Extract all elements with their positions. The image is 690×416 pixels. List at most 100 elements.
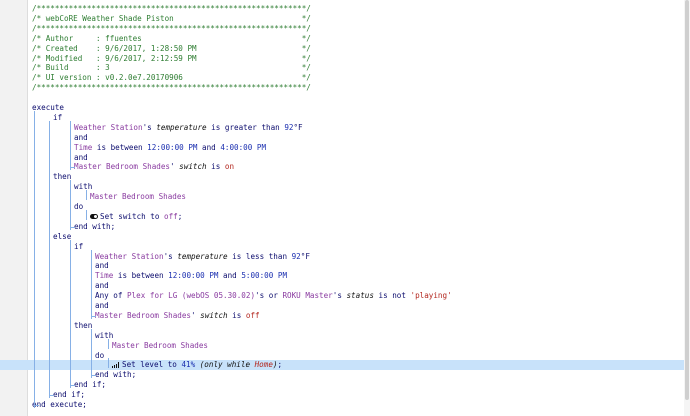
code-line[interactable]: if (0, 113, 690, 123)
block-guide-line (49, 120, 50, 398)
code-line[interactable]: end if; (0, 380, 690, 390)
code-token: end execute; (32, 400, 87, 409)
code-text: and (74, 133, 88, 143)
code-text: else (53, 232, 71, 242)
code-token: (only while (199, 360, 255, 370)
code-line[interactable]: /* UI version : v0.2.0e7.20170906 */ (0, 73, 690, 83)
code-line[interactable]: Any of Plex for LG (webOS 05.30.02)'s or… (0, 291, 690, 301)
code-line[interactable]: /* Build : 3 */ (0, 63, 690, 73)
code-line[interactable]: /***************************************… (0, 4, 690, 14)
code-line[interactable]: end with; (0, 370, 690, 380)
code-line[interactable]: Master Bedroom Shades' switch is on (0, 162, 690, 172)
block-guide-line (34, 110, 35, 408)
code-line[interactable]: Time is between 12:00:00 PM and 4:00:00 … (0, 143, 690, 153)
code-text: with (74, 182, 92, 192)
code-line[interactable]: end with; (0, 222, 690, 232)
code-line[interactable]: and (0, 261, 690, 271)
code-line[interactable] (0, 93, 690, 103)
code-line[interactable]: end if; (0, 390, 690, 400)
code-line[interactable]: with (0, 331, 690, 341)
code-token: 5:00:00 PM (241, 271, 288, 281)
code-token: Set switch to (100, 211, 165, 221)
code-line[interactable]: Weather Station's temperature is greater… (0, 123, 690, 133)
code-line[interactable]: do (0, 351, 690, 361)
code-token: ' (170, 162, 180, 172)
code-text: Master Bedroom Shades (112, 341, 208, 351)
code-line[interactable]: end execute; (0, 400, 690, 410)
code-token: Master Bedroom Shades (90, 192, 187, 202)
code-token: Set level to (122, 360, 182, 370)
code-line[interactable]: /* Created : 9/6/2017, 1:28:50 PM */ (0, 44, 690, 54)
code-line[interactable]: /***************************************… (0, 24, 690, 34)
code-text: Time is between 12:00:00 PM and 4:00:00 … (74, 143, 266, 153)
code-token: is between (113, 271, 169, 281)
code-line[interactable]: then (0, 321, 690, 331)
code-token: end with; (95, 370, 137, 380)
code-token: Master Bedroom Shades (74, 162, 171, 172)
code-token: °F (293, 122, 303, 132)
code-token: /* UI version : v0.2.0e7.20170906 */ (32, 73, 311, 83)
code-token: is greater than (206, 122, 285, 132)
code-token: with (95, 330, 114, 340)
code-token: end if; (74, 380, 107, 390)
code-token: is (206, 162, 225, 172)
vertical-scrollbar[interactable] (684, 0, 690, 416)
code-line[interactable]: /***************************************… (0, 83, 690, 93)
code-text: with (95, 331, 113, 341)
code-token: ; (177, 211, 183, 221)
code-line[interactable]: Time is between 12:00:00 PM and 5:00:00 … (0, 271, 690, 281)
code-text: if (74, 242, 83, 252)
code-line[interactable]: and (0, 133, 690, 143)
code-token: /* Author : ffuentes */ (32, 33, 311, 43)
code-line[interactable]: Master Bedroom Shades' switch is off (0, 311, 690, 321)
code-line[interactable]: execute (0, 103, 690, 113)
block-guide-elbow (70, 163, 75, 169)
code-token: then (53, 172, 72, 182)
code-text: /* Modified : 9/6/2017, 2:12:59 PM */ (32, 54, 311, 64)
code-line[interactable]: with (0, 182, 690, 192)
code-line[interactable]: then (0, 172, 690, 182)
code-text: then (53, 172, 71, 182)
toggle-switch-icon (90, 214, 98, 220)
code-token: Plex for LG (webOS 05.30.02) (127, 291, 256, 301)
block-guide-elbow (34, 401, 39, 406)
code-line[interactable]: if (0, 242, 690, 252)
code-line[interactable]: Master Bedroom Shades (0, 192, 690, 202)
code-line[interactable]: and (0, 281, 690, 291)
code-line[interactable]: /* Author : ffuentes */ (0, 34, 690, 44)
code-token: 's (163, 251, 178, 261)
code-token: /***************************************… (32, 23, 311, 33)
block-guide-elbow (70, 222, 75, 228)
code-token: on (224, 162, 235, 172)
code-line[interactable]: do (0, 202, 690, 212)
code-line[interactable]: /* webCoRE Weather Shade Piston */ (0, 14, 690, 24)
scrollbar-thumb[interactable] (685, 0, 689, 400)
code-text: end if; (74, 380, 106, 390)
code-text: do (95, 351, 104, 361)
code-line[interactable]: Set switch to off; (0, 212, 690, 222)
code-text: Weather Station's temperature is less th… (95, 252, 310, 262)
code-line[interactable]: and (0, 301, 690, 311)
code-text: Time is between 12:00:00 PM and 5:00:00 … (95, 271, 287, 281)
code-line[interactable]: Master Bedroom Shades (0, 341, 690, 351)
code-token: and (218, 271, 242, 281)
code-line[interactable]: /* Modified : 9/6/2017, 2:12:59 PM */ (0, 54, 690, 64)
code-line[interactable]: Set level to 41% (only while Home); (0, 360, 690, 371)
code-token: and (95, 301, 109, 310)
code-token: do (74, 202, 84, 211)
code-token: and (95, 281, 109, 291)
code-text: then (74, 321, 92, 331)
code-text: Weather Station's temperature is greater… (74, 123, 303, 133)
code-token: 's or (255, 291, 283, 301)
code-text: end with; (95, 370, 136, 380)
code-line[interactable]: and (0, 153, 690, 163)
code-line[interactable]: else (0, 232, 690, 242)
code-token: is less than (227, 251, 292, 261)
code-token: off (164, 211, 178, 221)
code-line[interactable]: Weather Station's temperature is less th… (0, 252, 690, 262)
code-editor[interactable]: /***************************************… (0, 0, 690, 416)
code-token: /* Modified : 9/6/2017, 2:12:59 PM */ (32, 53, 311, 63)
code-text: and (95, 261, 109, 271)
code-token: is between (92, 142, 148, 152)
code-token: Master Bedroom Shades (95, 310, 192, 320)
